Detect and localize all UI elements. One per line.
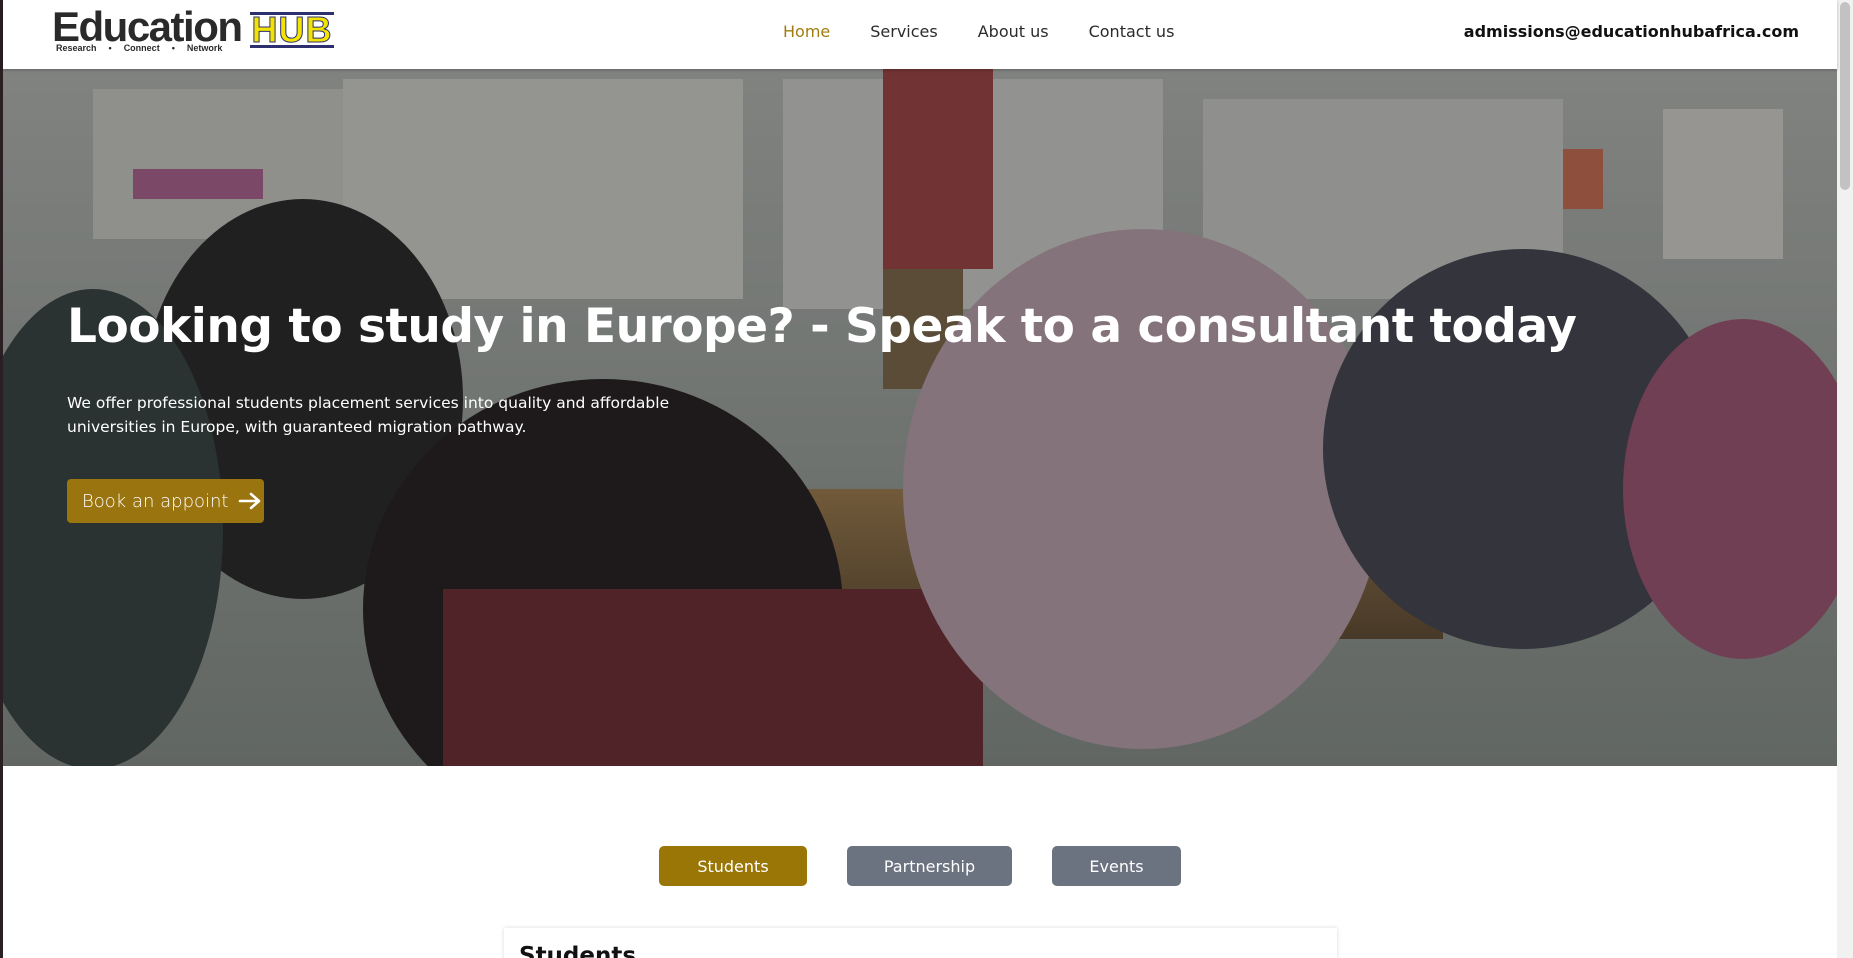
logo-wordmark: Education bbox=[52, 3, 243, 50]
students-panel: Students bbox=[504, 928, 1337, 958]
tagline-connect: Connect bbox=[123, 43, 160, 53]
hero-section: Looking to study in Europe? - Speak to a… bbox=[3, 69, 1837, 766]
tab-events[interactable]: Events bbox=[1052, 846, 1181, 886]
nav-about[interactable]: About us bbox=[978, 22, 1049, 41]
contact-email[interactable]: admissions@educationhubafrica.com bbox=[1464, 22, 1799, 41]
scrollbar-thumb[interactable] bbox=[1840, 2, 1850, 190]
brand-logo[interactable]: Education Research • Connect • Network HUB bbox=[52, 3, 337, 56]
nav-contact[interactable]: Contact us bbox=[1089, 22, 1175, 41]
tab-students[interactable]: Students bbox=[659, 846, 807, 886]
book-appointment-button[interactable]: Book an appoint bbox=[67, 479, 264, 523]
main-nav: Home Services About us Contact us bbox=[783, 22, 1174, 41]
nav-home[interactable]: Home bbox=[783, 22, 830, 41]
logo-hub: HUB bbox=[250, 9, 334, 50]
students-heading: Students bbox=[519, 943, 637, 958]
hero-description: We offer professional students placement… bbox=[67, 394, 670, 436]
arrow-right-icon bbox=[239, 492, 261, 510]
hero-title: Looking to study in Europe? - Speak to a… bbox=[67, 299, 1577, 354]
tagline-network: Network bbox=[186, 43, 223, 53]
tab-partnership[interactable]: Partnership bbox=[847, 846, 1012, 886]
nav-services[interactable]: Services bbox=[870, 22, 937, 41]
page-scrollbar[interactable] bbox=[1837, 0, 1853, 958]
tagline-research: Research bbox=[56, 43, 97, 53]
logo-tagline: Research • Connect • Network bbox=[56, 43, 223, 53]
book-appointment-label: Book an appoint bbox=[82, 490, 229, 512]
site-header: Education Research • Connect • Network HUB H… bbox=[3, 0, 1837, 69]
